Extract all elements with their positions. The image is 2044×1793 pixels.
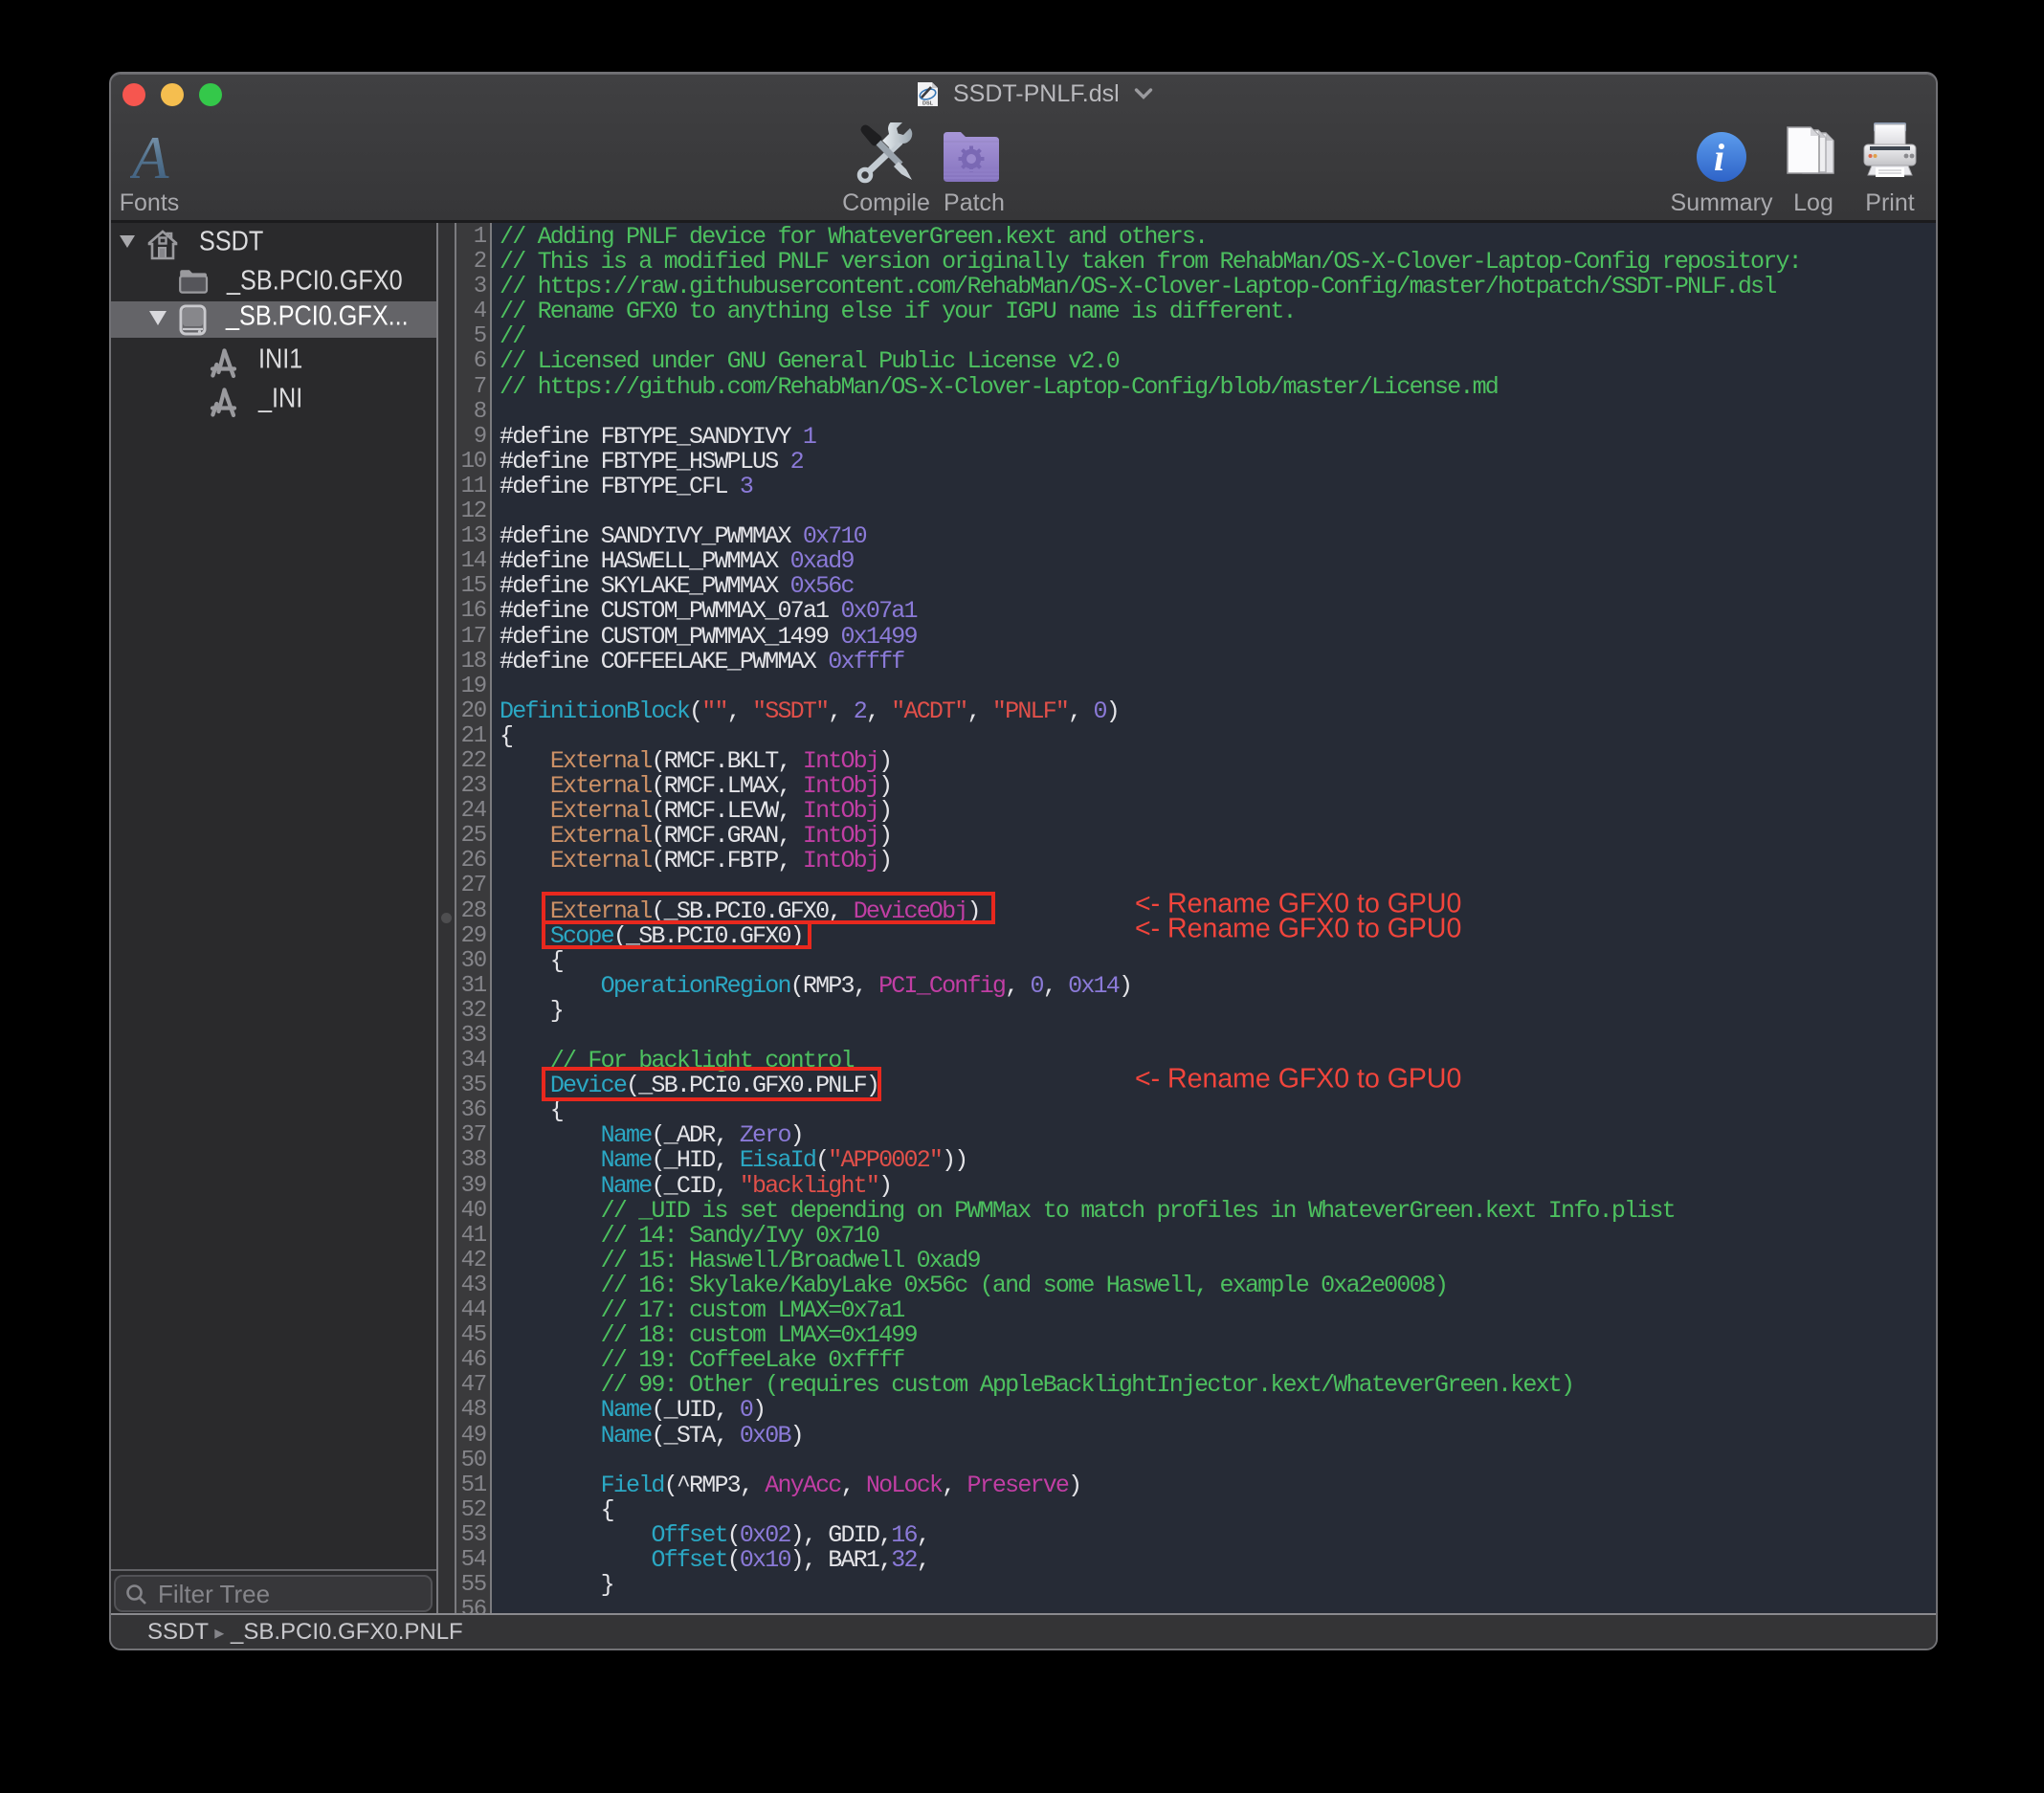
svg-text:DSL: DSL <box>922 101 934 107</box>
svg-text:A: A <box>130 128 169 182</box>
svg-text:i: i <box>1714 136 1724 179</box>
